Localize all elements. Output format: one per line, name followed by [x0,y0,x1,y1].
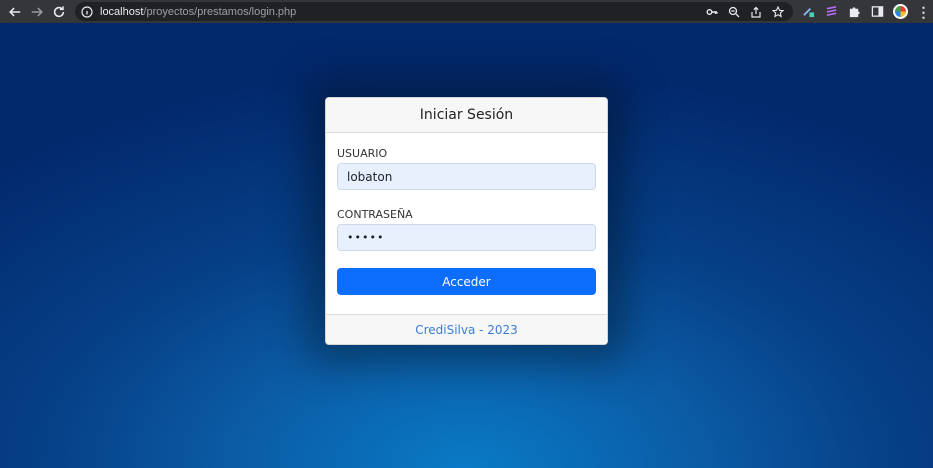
menu-dots-icon[interactable]: ⋮ [914,2,933,21]
bookmark-star-icon[interactable] [769,4,787,19]
share-icon[interactable] [747,4,765,19]
password-label: CONTRASEÑA [337,208,413,221]
url-host: localhost [100,5,144,18]
browser-toolbar: localhost/proyectos/prestamos/login.php [0,0,933,23]
url-text[interactable]: localhost/proyectos/prestamos/login.php [100,6,296,18]
arrow-right-icon [31,7,43,16]
extension-pen-icon[interactable] [799,2,818,21]
login-form: USUARIO lobaton CONTRASEÑA ••••• Acceder [326,133,607,295]
username-label: USUARIO [337,147,388,160]
login-title: Iniciar Sesión [326,98,607,133]
puzzle-icon[interactable] [845,2,864,21]
password-input[interactable]: ••••• [337,224,596,251]
page-background: Iniciar Sesión USUARIO lobaton CONTRASEÑ… [0,23,933,468]
side-panel-icon[interactable] [868,2,887,21]
extension-stack-icon[interactable] [822,2,841,21]
submit-button[interactable]: Acceder [337,268,596,295]
forward-button[interactable] [26,1,48,23]
browser-extensions: ⋮ [799,0,933,23]
address-bar[interactable]: localhost/proyectos/prestamos/login.php [75,2,793,21]
omnibox-actions [703,4,787,19]
back-button[interactable] [4,1,26,23]
info-icon[interactable] [81,5,93,18]
login-card: Iniciar Sesión USUARIO lobaton CONTRASEÑ… [325,97,608,345]
url-path: /proyectos/prestamos/login.php [143,5,297,18]
reload-button[interactable] [48,1,70,23]
key-icon[interactable] [703,4,721,19]
profile-avatar[interactable] [891,2,910,21]
zoom-icon[interactable] [725,4,743,19]
arrow-left-icon [9,7,21,16]
username-input[interactable]: lobaton [337,163,596,190]
reload-icon [53,5,65,17]
card-footer-link[interactable]: CrediSilva - 2023 [326,314,607,344]
